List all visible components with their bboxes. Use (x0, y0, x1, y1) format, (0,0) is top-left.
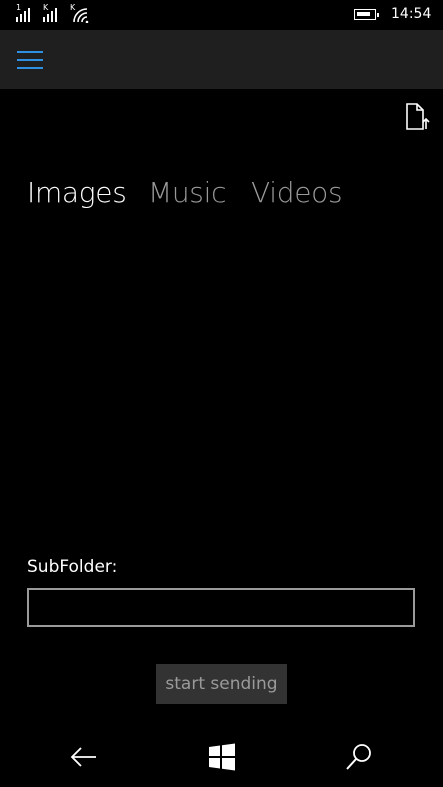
wifi-icon: K (70, 3, 90, 23)
subfolder-label: SubFolder: (27, 557, 118, 577)
back-arrow-icon[interactable] (68, 741, 100, 773)
app-bar (0, 30, 443, 89)
sim1-label: 1 (16, 3, 22, 12)
tab-images[interactable]: Images (27, 176, 127, 209)
sim2-label: K (43, 3, 49, 12)
subfolder-input[interactable] (27, 588, 415, 627)
search-icon[interactable] (343, 741, 375, 773)
clock: 14:54 (391, 6, 432, 22)
nav-bar (0, 727, 443, 787)
signal-icon: K (43, 3, 61, 22)
battery-icon (354, 9, 379, 20)
status-bar: 1 K K 14:54 (0, 0, 443, 30)
windows-icon[interactable] (206, 741, 238, 773)
signal-icon: 1 (16, 3, 34, 22)
file-upload-icon[interactable] (404, 103, 430, 131)
hamburger-icon[interactable] (17, 51, 43, 69)
tab-videos[interactable]: Videos (251, 176, 343, 209)
start-sending-button[interactable]: start sending (156, 664, 287, 704)
tab-music[interactable]: Music (148, 176, 226, 209)
